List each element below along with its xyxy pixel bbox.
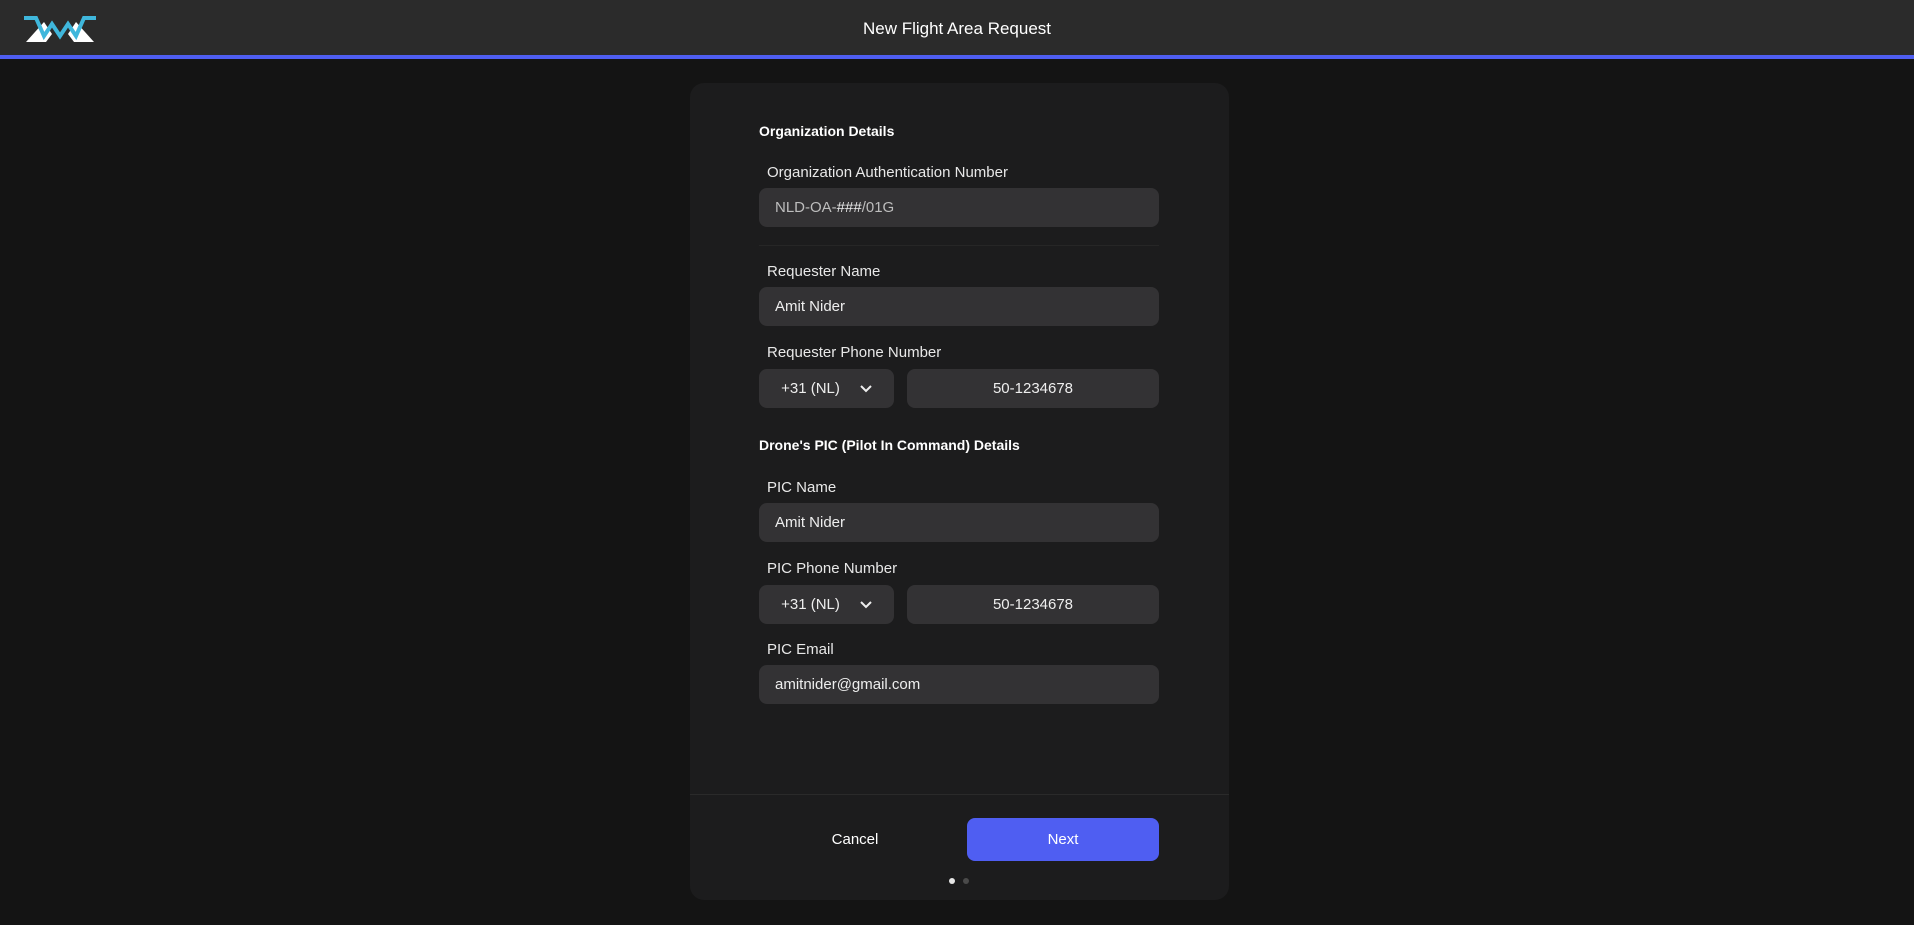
- pic-phone-input[interactable]: 50-1234678: [907, 585, 1159, 624]
- auth-number-label: Organization Authentication Number: [767, 164, 1008, 181]
- country-code-value: +31 (NL): [781, 596, 840, 613]
- auth-mid: ###: [836, 199, 862, 216]
- divider: [759, 245, 1159, 246]
- requester-country-code-select[interactable]: +31 (NL): [759, 369, 894, 408]
- auth-prefix: NLD-OA-: [775, 199, 837, 216]
- auth-number-input[interactable]: NLD-OA- ###/01G: [759, 188, 1159, 227]
- step-dot-active: [949, 878, 955, 884]
- requester-name-label: Requester Name: [767, 263, 881, 280]
- app-header: New Flight Area Request: [0, 0, 1914, 59]
- section-title-organization: Organization Details: [759, 123, 895, 139]
- page-title: New Flight Area Request: [862, 19, 1052, 38]
- pic-email-input[interactable]: amitnider@gmail.com: [759, 665, 1159, 704]
- footer-divider: [690, 794, 1229, 795]
- pic-name-label: PIC Name: [767, 479, 837, 496]
- pic-phone-label: PIC Phone Number: [767, 560, 898, 577]
- request-form-card: Organization Details Organization Authen…: [690, 83, 1229, 900]
- step-dot: [963, 878, 969, 884]
- next-button[interactable]: Next: [967, 818, 1159, 861]
- requester-phone-label: Requester Phone Number: [767, 344, 942, 361]
- pic-country-code-select[interactable]: +31 (NL): [759, 585, 894, 624]
- pic-email-label: PIC Email: [767, 641, 834, 658]
- requester-phone-input[interactable]: 50-1234678: [907, 369, 1159, 408]
- section-title-pic: Drone's PIC (Pilot In Command) Details: [759, 437, 1020, 453]
- auth-suffix: /01G: [861, 199, 895, 216]
- chevron-down-icon: [860, 600, 872, 608]
- cancel-button[interactable]: Cancel: [785, 818, 925, 861]
- pic-name-input[interactable]: Amit Nider: [759, 503, 1159, 542]
- requester-name-input[interactable]: Amit Nider: [759, 287, 1159, 326]
- chevron-down-icon: [860, 384, 872, 392]
- country-code-value: +31 (NL): [781, 380, 840, 397]
